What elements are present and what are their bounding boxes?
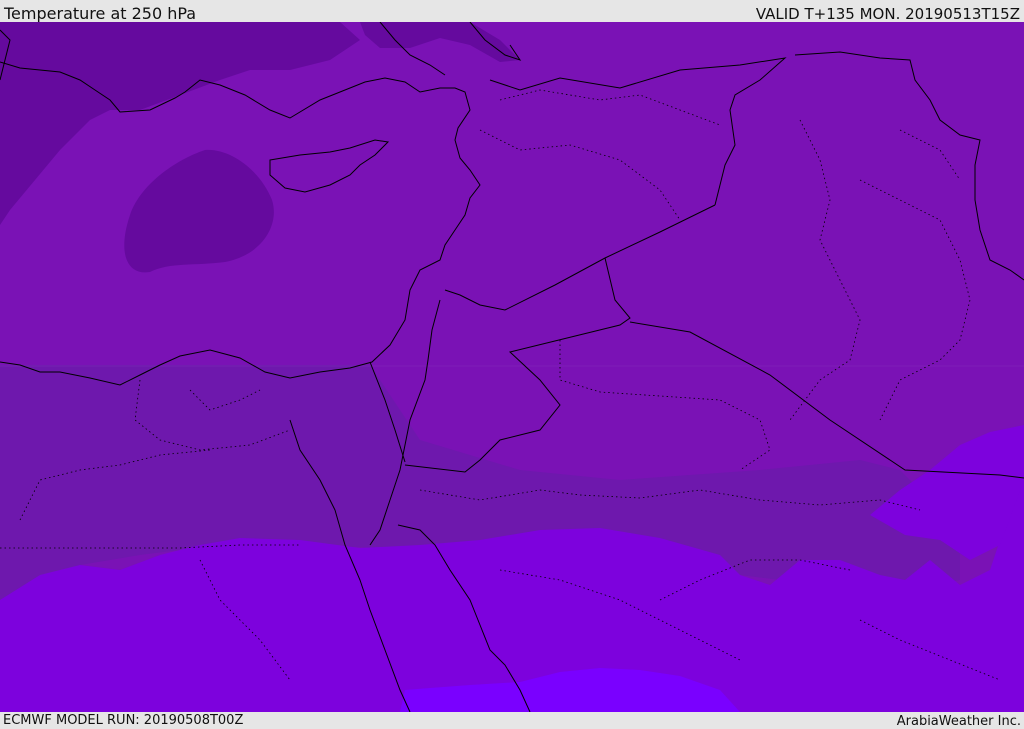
header-bar: Temperature at 250 hPa VALID T+135 MON. … <box>0 0 1024 23</box>
credit-label: ArabiaWeather Inc. <box>896 714 1021 729</box>
map-canvas <box>0 22 1024 712</box>
footer-bar: ECMWF MODEL RUN: 20190508T00Z ArabiaWeat… <box>0 712 1024 729</box>
temperature-map[interactable] <box>0 22 1024 712</box>
model-run-label: ECMWF MODEL RUN: 20190508T00Z <box>3 713 244 728</box>
valid-time: VALID T+135 MON. 20190513T15Z <box>755 5 1020 23</box>
map-title: Temperature at 250 hPa <box>4 4 197 23</box>
map-frame: Temperature at 250 hPa VALID T+135 MON. … <box>0 0 1024 729</box>
